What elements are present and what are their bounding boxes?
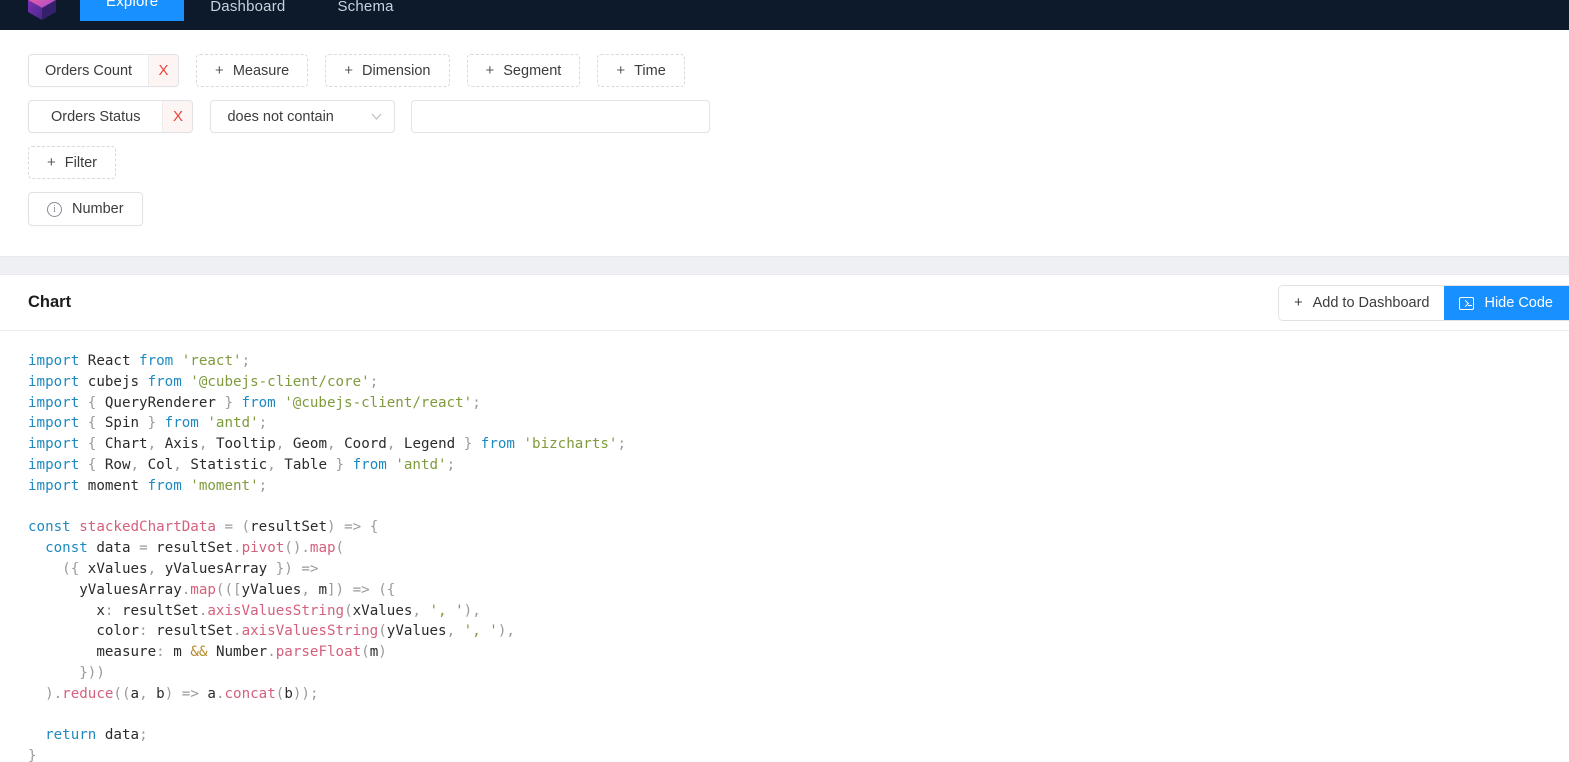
info-circle-icon: i: [47, 201, 62, 217]
add-segment-button[interactable]: + Segment: [466, 54, 581, 87]
add-measure-button[interactable]: + Measure: [196, 54, 309, 87]
chart-header-actions: + Add to Dashboard Hide Code: [1279, 286, 1569, 320]
plus-icon: +: [344, 62, 353, 79]
hide-code-label: Hide Code: [1484, 295, 1553, 311]
nav-tab-explore-label: Explore: [106, 0, 159, 10]
remove-measure-button[interactable]: X: [148, 55, 179, 86]
add-filter-row: + Filter: [28, 146, 1569, 179]
chart-section-title: Chart: [28, 293, 72, 311]
chart-type-label: Number: [72, 201, 124, 217]
section-divider: [0, 256, 1569, 275]
add-measure-label: Measure: [232, 62, 290, 79]
top-navigation-bar: Explore Dashboard Schema: [0, 0, 1569, 30]
add-filter-button[interactable]: + Filter: [28, 146, 116, 179]
chart-type-button-number[interactable]: i Number: [28, 192, 143, 226]
query-builder-panel: Orders Count X + Measure + Dimension + S…: [0, 30, 1569, 256]
measure-chip-orders-count[interactable]: Orders Count X: [28, 54, 180, 87]
source-code-block: import React from 'react'; import cubejs…: [28, 353, 627, 762]
builder-bottom-spacer: [28, 239, 1569, 256]
nav-tab-dashboard-label: Dashboard: [210, 0, 286, 15]
add-time-label: Time: [634, 62, 666, 79]
chart-header: Chart + Add to Dashboard Hide Code: [0, 275, 1569, 331]
chart-type-row: i Number: [28, 192, 1569, 226]
filter-member-label: Orders Status: [51, 108, 141, 125]
nav-tab-schema-label: Schema: [337, 0, 394, 15]
add-time-button[interactable]: + Time: [597, 54, 685, 87]
filter-operator-select[interactable]: does not contain: [210, 100, 396, 133]
filter-value-input[interactable]: [411, 100, 711, 133]
cubejs-logo-icon: [28, 0, 56, 20]
add-filter-label: Filter: [64, 154, 97, 171]
nav-tab-schema[interactable]: Schema: [311, 0, 419, 21]
add-dimension-label: Dimension: [362, 62, 431, 79]
nav-tab-dashboard[interactable]: Dashboard: [184, 0, 311, 21]
hide-code-button[interactable]: Hide Code: [1444, 286, 1569, 320]
add-to-dashboard-label: Add to Dashboard: [1312, 295, 1430, 311]
add-segment-label: Segment: [503, 62, 562, 79]
code-preview-panel[interactable]: import React from 'react'; import cubejs…: [0, 331, 1569, 762]
members-row: Orders Count X + Measure + Dimension + S…: [28, 54, 1569, 87]
plus-icon: +: [485, 62, 495, 79]
filter-row: Orders Status X does not contain: [28, 100, 1569, 133]
add-to-dashboard-button[interactable]: + Add to Dashboard: [1279, 286, 1445, 320]
add-dimension-button[interactable]: + Dimension: [325, 54, 450, 87]
measure-chip-label: Orders Count: [45, 62, 133, 79]
plus-icon: +: [616, 62, 626, 79]
remove-filter-button[interactable]: X: [162, 101, 193, 132]
code-box-icon: [1459, 296, 1475, 310]
filter-member-chip-orders-status[interactable]: Orders Status X: [28, 100, 194, 133]
plus-icon: +: [1294, 295, 1303, 311]
chevron-down-icon: [371, 111, 382, 123]
plus-icon: +: [215, 62, 224, 79]
cubejs-logo[interactable]: [22, 0, 62, 30]
nav-tab-explore[interactable]: Explore: [80, 0, 185, 21]
plus-icon: +: [47, 154, 56, 171]
filter-operator-value: does not contain: [227, 108, 334, 125]
